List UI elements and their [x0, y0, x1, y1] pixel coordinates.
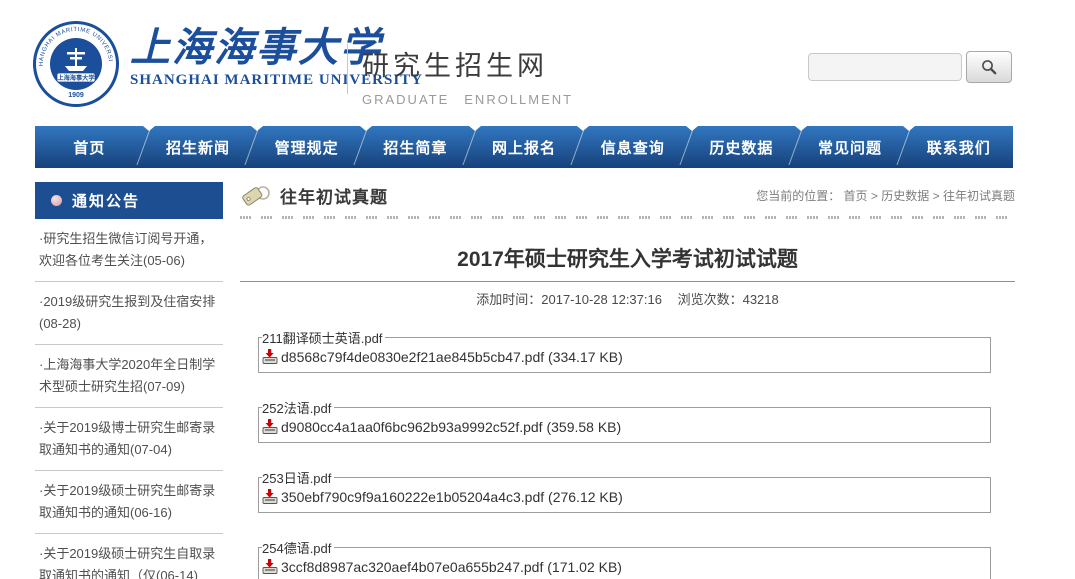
- nav-item-news[interactable]: 招生新闻: [144, 126, 253, 168]
- university-logo[interactable]: SHANGHAI MARITIME UNIVERSITY 上海海事大学 1909: [32, 20, 120, 108]
- logo-year: 1909: [68, 92, 84, 99]
- sidebar-notices: 通知公告 ·研究生招生微信订阅号开通，欢迎各位考生关注(05-06) ·2019…: [35, 182, 223, 579]
- page: SHANGHAI MARITIME UNIVERSITY 上海海事大学 1909…: [0, 0, 1075, 579]
- notice-item[interactable]: ·关于2019级硕士研究生邮寄录取通知书的通知(06-16): [35, 471, 223, 534]
- attachment-download-link[interactable]: 350ebf790c9f9a160222e1b05204a4c3.pdf (27…: [262, 488, 982, 505]
- notice-item[interactable]: ·关于2019级博士研究生邮寄录取通知书的通知(07-04): [35, 408, 223, 471]
- nav-item-guide[interactable]: 招生简章: [361, 126, 470, 168]
- attachment-name: 254德语.pdf: [262, 538, 334, 557]
- attachment-box: 254德语.pdf 3ccf8d8987ac320aef4b07e0a655b2…: [258, 538, 991, 579]
- attachment-filename: d9080cc4a1aa0f6bc962b93a9992c52f.pdf (35…: [281, 419, 621, 435]
- nav-item-regulations[interactable]: 管理规定: [252, 126, 361, 168]
- nav-item-contact[interactable]: 联系我们: [904, 126, 1013, 168]
- attachment-filename: 3ccf8d8987ac320aef4b07e0a655b247.pdf (17…: [281, 559, 622, 575]
- header-divider: [347, 44, 348, 94]
- download-icon: [262, 348, 279, 365]
- download-icon: [262, 488, 279, 505]
- notice-item[interactable]: ·关于2019级硕士研究生自取录取通知书的通知（仅(06-14): [35, 534, 223, 579]
- nav-item-home[interactable]: 首页: [35, 126, 144, 168]
- logo-banner-text: 上海海事大学: [57, 74, 94, 82]
- search-button[interactable]: [966, 51, 1012, 83]
- title-underline: [240, 281, 1015, 282]
- breadcrumb-label: 您当前的位置：: [756, 189, 840, 203]
- content-header: 往年初试真题 您当前的位置： 首页 > 历史数据 > 往年初试真题: [240, 182, 1015, 208]
- tags-icon: [240, 183, 272, 207]
- notice-item[interactable]: ·研究生招生微信订阅号开通，欢迎各位考生关注(05-06): [35, 219, 223, 282]
- attachment-box: 211翻译硕士英语.pdf d8568c79f4de0830e2f21ae845…: [258, 328, 991, 373]
- attachment-name: 211翻译硕士英语.pdf: [262, 328, 385, 347]
- breadcrumb-history-data[interactable]: 历史数据: [881, 189, 929, 203]
- breadcrumb: 您当前的位置： 首页 > 历史数据 > 往年初试真题: [756, 187, 1015, 204]
- header: SHANGHAI MARITIME UNIVERSITY 上海海事大学 1909…: [0, 0, 1075, 122]
- main-nav: 首页 招生新闻 管理规定 招生简章 网上报名 信息查询 历史数据 常见问题 联系…: [35, 126, 1013, 168]
- nav-item-history-data[interactable]: 历史数据: [687, 126, 796, 168]
- site-block: 研究生招生网 GRADUATE ENROLLMENT: [362, 44, 573, 108]
- bullet-icon: [51, 195, 62, 206]
- notice-item[interactable]: ·2019级研究生报到及住宿安排(08-28): [35, 282, 223, 345]
- nav-item-info-query[interactable]: 信息查询: [578, 126, 687, 168]
- nav-item-online-apply[interactable]: 网上报名: [470, 126, 579, 168]
- site-title-cn: 研究生招生网: [362, 44, 573, 83]
- article-meta: 添加时间：2017-10-28 12:37:16 浏览次数：43218: [240, 289, 1015, 308]
- attachment-name: 253日语.pdf: [262, 468, 334, 487]
- search-input[interactable]: [808, 53, 962, 81]
- attachment-box: 253日语.pdf 350ebf790c9f9a160222e1b05204a4…: [258, 468, 991, 513]
- page-title: 2017年硕士研究生入学考试初试试题: [240, 243, 1015, 273]
- breadcrumb-separator: >: [871, 189, 878, 203]
- section-title: 往年初试真题: [280, 183, 388, 208]
- attachment-filename: 350ebf790c9f9a160222e1b05204a4c3.pdf (27…: [281, 489, 623, 505]
- breadcrumb-home[interactable]: 首页: [844, 189, 868, 203]
- site-title-en: GRADUATE ENROLLMENT: [362, 89, 573, 108]
- main-content: 往年初试真题 您当前的位置： 首页 > 历史数据 > 往年初试真题 2017年硕…: [240, 182, 1015, 579]
- search-icon: [980, 58, 998, 76]
- sidebar-header: 通知公告: [35, 182, 223, 219]
- breadcrumb-separator: >: [933, 189, 940, 203]
- added-time: 添加时间：2017-10-28 12:37:16: [476, 292, 662, 307]
- attachment-download-link[interactable]: 3ccf8d8987ac320aef4b07e0a655b247.pdf (17…: [262, 558, 982, 575]
- view-count: 浏览次数：43218: [678, 292, 779, 307]
- sidebar-title: 通知公告: [72, 190, 140, 211]
- nav-item-faq[interactable]: 常见问题: [796, 126, 905, 168]
- attachment-box: 252法语.pdf d9080cc4a1aa0f6bc962b93a9992c5…: [258, 398, 991, 443]
- download-icon: [262, 558, 279, 575]
- attachment-name: 252法语.pdf: [262, 398, 334, 417]
- download-icon: [262, 418, 279, 435]
- attachment-download-link[interactable]: d8568c79f4de0830e2f21ae845b5cb47.pdf (33…: [262, 348, 982, 365]
- attachment-download-link[interactable]: d9080cc4a1aa0f6bc962b93a9992c52f.pdf (35…: [262, 418, 982, 435]
- breadcrumb-current: 往年初试真题: [943, 189, 1015, 203]
- dashed-divider: [240, 216, 1015, 219]
- attachment-list: 211翻译硕士英语.pdf d8568c79f4de0830e2f21ae845…: [240, 328, 1015, 579]
- notice-item[interactable]: ·上海海事大学2020年全日制学术型硕士研究生招(07-09): [35, 345, 223, 408]
- attachment-filename: d8568c79f4de0830e2f21ae845b5cb47.pdf (33…: [281, 349, 623, 365]
